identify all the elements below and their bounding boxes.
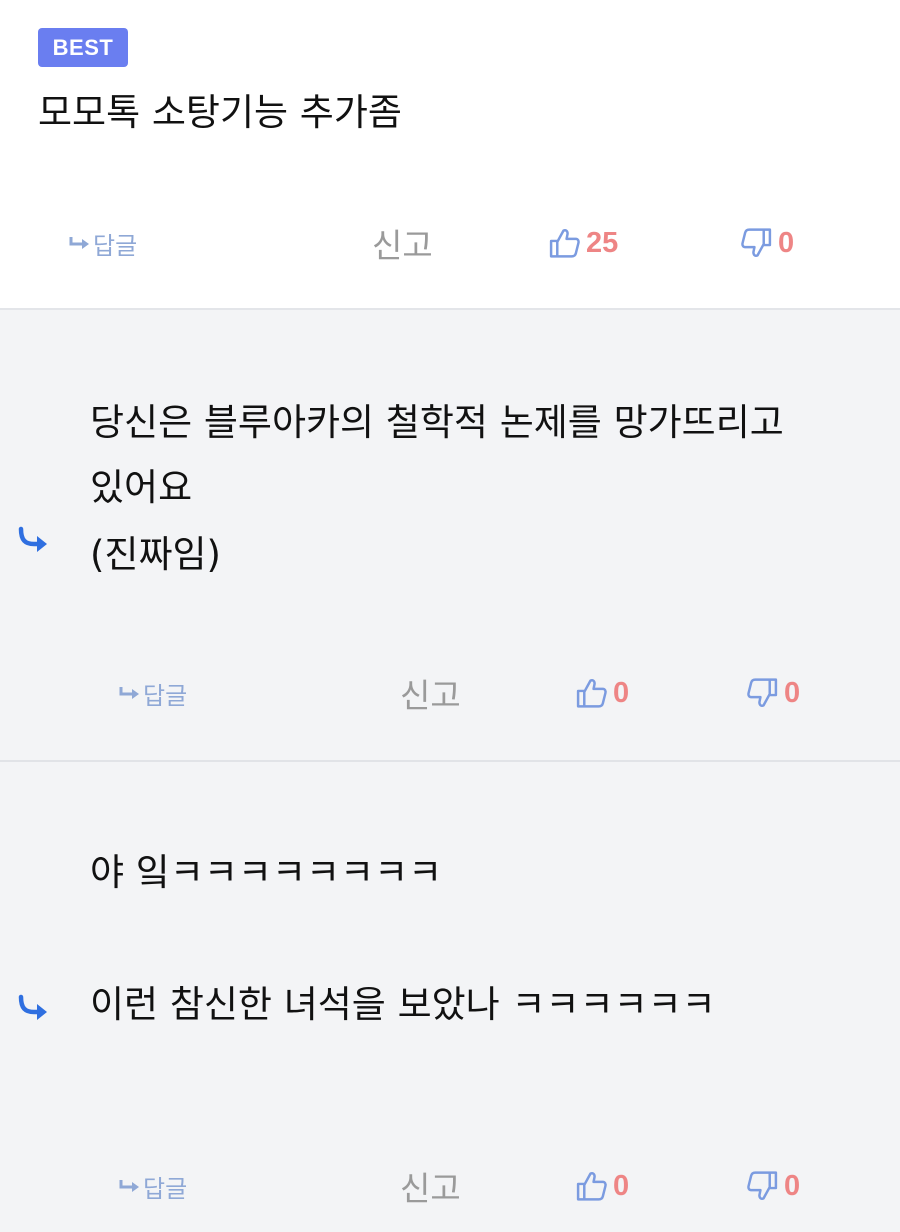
- comment-line: 야 잌ㅋㅋㅋㅋㅋㅋㅋㅋ: [90, 851, 443, 894]
- like-button[interactable]: 25: [548, 223, 618, 263]
- small-reply-arrow-icon: [118, 685, 142, 701]
- reply-arrow-icon: [16, 526, 52, 554]
- thumbs-down-icon: [740, 226, 773, 260]
- dislike-button[interactable]: 0: [740, 223, 794, 263]
- comment-actions: 답글 신고 0 0: [0, 673, 900, 715]
- reply-label: 답글: [93, 231, 138, 260]
- report-button[interactable]: 신고: [400, 673, 461, 715]
- best-comment: BEST 모모톡 소탕기능 추가좀 답글 신고 25 0: [0, 0, 900, 310]
- like-count: 25: [586, 226, 619, 259]
- thumbs-up-icon: [575, 1169, 608, 1203]
- like-button[interactable]: 0: [575, 1166, 629, 1206]
- reply-label: 답글: [143, 1174, 188, 1203]
- reply-arrow-icon: [16, 994, 52, 1022]
- dislike-count: 0: [784, 1169, 801, 1202]
- dislike-button[interactable]: 0: [746, 1166, 800, 1206]
- reply-label: 답글: [143, 681, 188, 710]
- like-count: 0: [613, 676, 630, 709]
- dislike-button[interactable]: 0: [746, 673, 800, 713]
- comment-actions: 답글 신고 25 0: [0, 223, 900, 265]
- report-button[interactable]: 신고: [400, 1166, 461, 1208]
- small-reply-arrow-icon: [68, 235, 92, 251]
- comment-line: 이런 참신한 녀석을 보았나 ㅋㅋㅋㅋㅋㅋ: [90, 983, 716, 1026]
- like-count: 0: [613, 1169, 630, 1202]
- thumbs-down-icon: [746, 676, 779, 710]
- dislike-count: 0: [784, 676, 801, 709]
- comment-line: (진짜임): [90, 533, 221, 576]
- reply-button[interactable]: 답글: [118, 1166, 187, 1206]
- reply-button[interactable]: 답글: [68, 223, 137, 263]
- thumbs-up-icon: [548, 226, 581, 260]
- best-badge: BEST: [38, 28, 128, 67]
- small-reply-arrow-icon: [118, 1178, 142, 1194]
- comment-text: 모모톡 소탕기능 추가좀: [38, 91, 402, 134]
- report-button[interactable]: 신고: [372, 223, 433, 265]
- reply-comment: 야 잌ㅋㅋㅋㅋㅋㅋㅋㅋ 이런 참신한 녀석을 보았나 ㅋㅋㅋㅋㅋㅋ 답글 신고 …: [0, 762, 900, 1232]
- like-button[interactable]: 0: [575, 673, 629, 713]
- comment-actions: 답글 신고 0 0: [0, 1166, 900, 1208]
- reply-comment: 당신은 블루아카의 철학적 논제를 망가뜨리고 있어요 (진짜임) 답글 신고 …: [0, 310, 900, 762]
- comment-line: 당신은 블루아카의 철학적 논제를 망가뜨리고: [90, 401, 784, 444]
- thumbs-up-icon: [575, 676, 608, 710]
- reply-button[interactable]: 답글: [118, 673, 187, 713]
- comment-line: 있어요: [90, 466, 193, 509]
- dislike-count: 0: [778, 226, 795, 259]
- thumbs-down-icon: [746, 1169, 779, 1203]
